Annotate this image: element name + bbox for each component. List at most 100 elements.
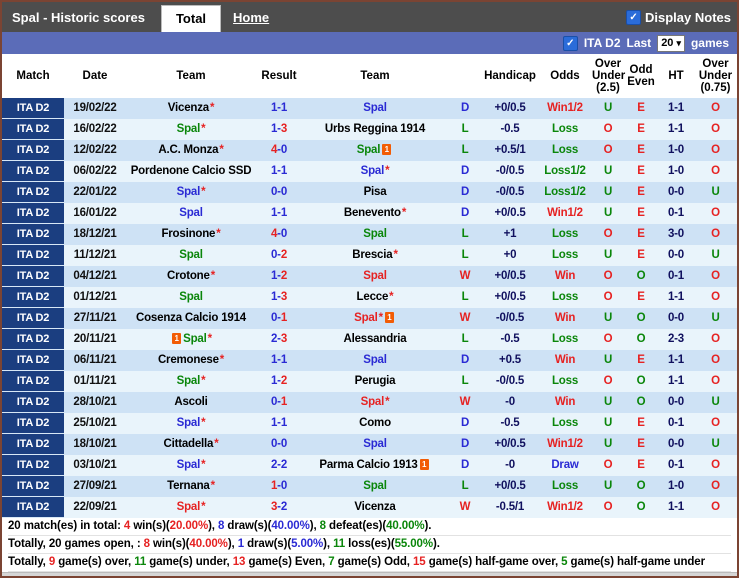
table-row: ITA D2 27/11/21 Cosenza Calcio 1914 0-1 Spal… xyxy=(2,307,737,329)
away-score: 0 xyxy=(280,228,288,240)
summary-text: 40.00% xyxy=(386,520,425,532)
summary-text: games open, : xyxy=(61,538,144,550)
table-row: ITA D2 22/01/22 Spal* 0-0 Pisa D -0/0.5 Loss1/2… xyxy=(2,181,737,203)
tab-home[interactable]: Home xyxy=(233,10,269,25)
games-select[interactable]: 20 ▾ xyxy=(657,34,685,52)
odd-even-cell: O xyxy=(624,391,658,413)
home-team-name: Cittadella xyxy=(163,438,214,450)
away-team-cell: Spal xyxy=(302,433,448,455)
home-team-cell: Frosinone* xyxy=(126,223,256,245)
away-score: 2 xyxy=(280,375,288,387)
away-team-cell: Benevento* xyxy=(302,202,448,224)
handicap-value-cell: -0.5 xyxy=(482,328,538,350)
league-cell: ITA D2 xyxy=(2,370,64,392)
summary-footer: 20 match(es) in total: 4 win(s)(20.00%),… xyxy=(2,518,737,572)
odds-cell: Loss xyxy=(538,412,592,434)
away-team-cell: Pisa xyxy=(302,181,448,203)
league-cell: ITA D2 xyxy=(2,139,64,161)
summary-text: ), xyxy=(309,520,320,532)
score-cell: 1-2 xyxy=(256,370,302,392)
away-team-cell: Perugia xyxy=(302,370,448,392)
handicap-result-cell: L xyxy=(448,328,482,350)
home-team-cell: Ascoli xyxy=(126,391,256,413)
ht-score-cell: 1-0 xyxy=(658,160,694,182)
odd-even-cell: E xyxy=(624,454,658,476)
over-under-075-cell: U xyxy=(694,391,737,413)
bottom-gray-bar xyxy=(2,572,737,576)
score-cell: 1-2 xyxy=(256,265,302,287)
date-cell: 22/09/21 xyxy=(64,496,126,518)
ht-score-cell: 0-1 xyxy=(658,454,694,476)
away-score: 0 xyxy=(280,438,288,450)
league-cell: ITA D2 xyxy=(2,202,64,224)
display-notes-checkbox[interactable]: ✓ xyxy=(626,9,642,25)
away-team-cell: Parma Calcio 1913 1 xyxy=(302,454,448,476)
handicap-value-cell: -0.5 xyxy=(482,412,538,434)
table-row: ITA D2 06/02/22 Pordenone Calcio SSD 1-1 Spa… xyxy=(2,160,737,182)
odd-even-cell: O xyxy=(624,265,658,287)
score-cell: 3-2 xyxy=(256,496,302,518)
header-match: Match xyxy=(2,54,64,98)
away-team-name: Spal xyxy=(356,144,381,156)
tab-total[interactable]: Total xyxy=(160,5,222,32)
ht-score-cell: 1-0 xyxy=(658,475,694,497)
odds-cell: Win1/2 xyxy=(538,202,592,224)
home-team-cell: Ternana* xyxy=(126,475,256,497)
red-card-icon: 1 xyxy=(172,333,182,344)
league-cell: ITA D2 xyxy=(2,223,64,245)
handicap-result-cell: D xyxy=(448,412,482,434)
header-ht: HT xyxy=(658,54,694,98)
score-cell: 1-3 xyxy=(256,118,302,140)
ht-score-cell: 2-3 xyxy=(658,328,694,350)
table-row: ITA D2 11/12/21 Spal 0-2 Brescia* L +0 Loss U E 0-… xyxy=(2,244,737,266)
home-team-name: Spal xyxy=(179,249,203,261)
handicap-value-cell: -0.5 xyxy=(482,118,538,140)
over-under-25-cell: O xyxy=(592,454,624,476)
summary-line-2: Totally, 20 games open, : 8 win(s)(40.00… xyxy=(8,536,731,554)
table-row: ITA D2 04/12/21 Crotone* 1-2 Spal W +0/0.5 Win O… xyxy=(2,265,737,287)
score-cell: 0-0 xyxy=(256,433,302,455)
summary-text: Totally, xyxy=(8,556,49,568)
handicap-result-cell: D xyxy=(448,160,482,182)
ht-score-cell: 1-0 xyxy=(658,139,694,161)
over-under-25-cell: U xyxy=(592,475,624,497)
summary-text: 11 xyxy=(333,538,346,550)
table-row: ITA D2 27/09/21 Ternana* 1-0 Spal L +0/0.5 Loss… xyxy=(2,475,737,497)
score-cell: 1-1 xyxy=(256,160,302,182)
away-team-name: Pisa xyxy=(363,186,387,198)
score-cell: 1-1 xyxy=(256,412,302,434)
handicap-result-cell: W xyxy=(448,265,482,287)
league-cell: ITA D2 xyxy=(2,454,64,476)
over-under-075-cell: U xyxy=(694,181,737,203)
home-team-name: A.C. Monza xyxy=(158,144,219,156)
odd-even-cell: E xyxy=(624,286,658,308)
score-cell: 1-1 xyxy=(256,349,302,371)
handicap-result-cell: D xyxy=(448,202,482,224)
summary-text: ). xyxy=(424,520,432,532)
odds-cell: Loss xyxy=(538,244,592,266)
header-handicap-result xyxy=(448,54,482,98)
summary-text: match(es) in total: xyxy=(23,520,124,532)
league-cell: ITA D2 xyxy=(2,391,64,413)
date-cell: 11/12/21 xyxy=(64,244,126,266)
away-score: 2 xyxy=(280,459,288,471)
team-marker-star: * xyxy=(385,396,390,408)
ht-score-cell: 0-0 xyxy=(658,181,694,203)
handicap-value-cell: +0/0.5 xyxy=(482,433,538,455)
score-cell: 2-2 xyxy=(256,454,302,476)
date-cell: 06/11/21 xyxy=(64,349,126,371)
summary-text: game(s) half-game over, xyxy=(425,556,562,568)
over-under-075-cell: O xyxy=(694,98,737,119)
summary-text: ), xyxy=(208,520,218,532)
date-cell: 16/02/22 xyxy=(64,118,126,140)
handicap-value-cell: -0 xyxy=(482,454,538,476)
league-filter-checkbox[interactable]: ✓ xyxy=(562,35,578,51)
odds-cell: Win1/2 xyxy=(538,496,592,518)
summary-text: 15 xyxy=(413,556,426,568)
handicap-value-cell: +0.5 xyxy=(482,349,538,371)
handicap-value-cell: +0/0.5 xyxy=(482,475,538,497)
ht-score-cell: 0-1 xyxy=(658,412,694,434)
odd-even-cell: E xyxy=(624,98,658,119)
odds-cell: Win xyxy=(538,307,592,329)
home-team-name: Spal xyxy=(179,207,203,219)
